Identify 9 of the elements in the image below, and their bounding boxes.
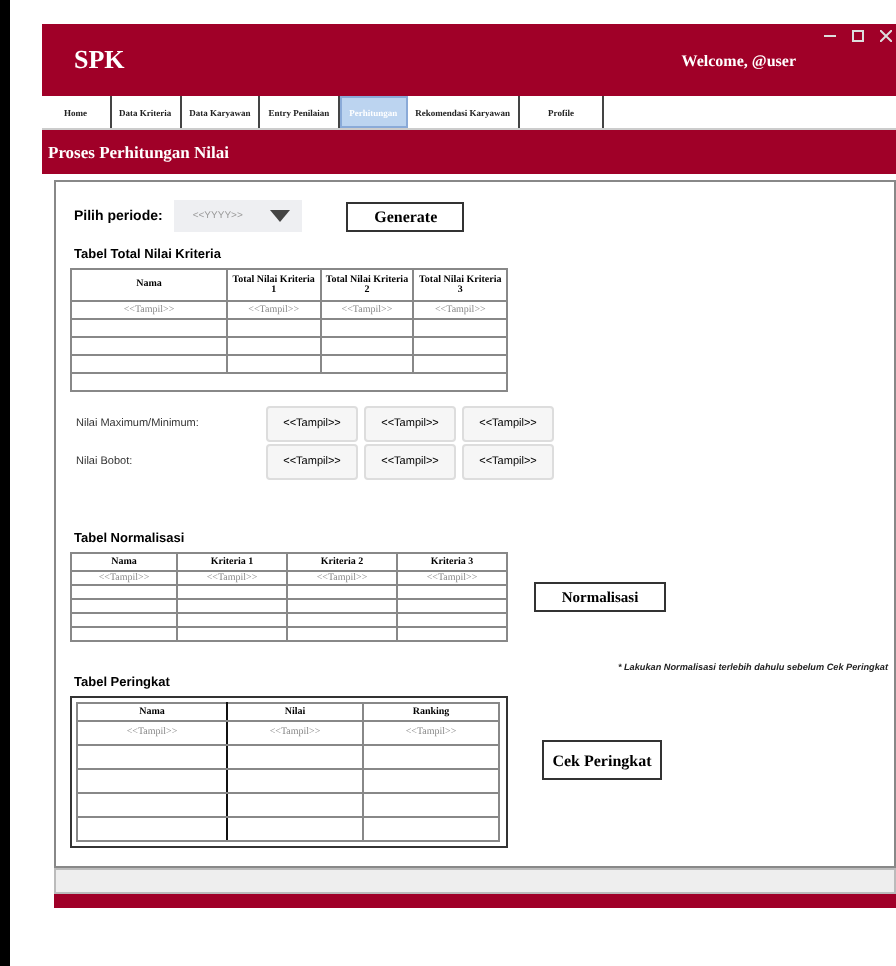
generate-button[interactable]: Generate: [346, 201, 465, 231]
rank-button[interactable]: Cek Peringkat: [542, 740, 662, 780]
welcome-text: Welcome, @user: [681, 51, 796, 69]
maximize-icon[interactable]: [852, 30, 864, 42]
dropdown-arrow-icon: [270, 210, 291, 222]
app-title: SPK: [74, 44, 125, 76]
close-icon[interactable]: [880, 30, 892, 42]
minimize-icon[interactable]: [824, 30, 836, 42]
section-title: Proses Perhitungan Nilai: [48, 142, 230, 162]
